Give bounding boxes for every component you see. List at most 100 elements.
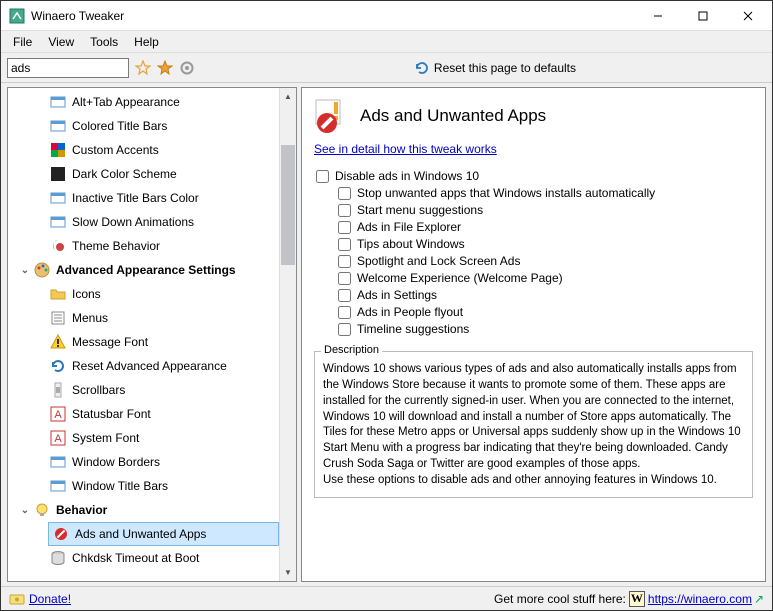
tree-item[interactable]: Inactive Title Bars Color bbox=[8, 186, 279, 210]
favorite-star-outline-icon[interactable] bbox=[135, 60, 151, 76]
chevron-down-icon[interactable]: ⌄ bbox=[18, 505, 32, 516]
window-icon bbox=[50, 478, 66, 494]
check-option-box[interactable] bbox=[338, 204, 351, 217]
minimize-button[interactable] bbox=[635, 2, 680, 30]
external-link-icon: ↗ bbox=[754, 592, 764, 606]
check-option[interactable]: Stop unwanted apps that Windows installs… bbox=[338, 186, 753, 200]
check-option[interactable]: Welcome Experience (Welcome Page) bbox=[338, 271, 753, 285]
tree-category[interactable]: ⌄ Behavior bbox=[8, 498, 279, 522]
tree-item[interactable]: Alt+Tab Appearance bbox=[8, 90, 279, 114]
scroll-down-button[interactable]: ▼ bbox=[280, 564, 296, 581]
detail-icon bbox=[314, 98, 350, 134]
promo-link[interactable]: https://winaero.com bbox=[648, 592, 752, 606]
tree-item[interactable]: Slow Down Animations bbox=[8, 210, 279, 234]
favorite-star-filled-icon[interactable] bbox=[157, 60, 173, 76]
description-text-1: Windows 10 shows various types of ads an… bbox=[323, 362, 744, 473]
disk-icon bbox=[50, 550, 66, 566]
window-icon bbox=[50, 190, 66, 206]
scroll-track[interactable] bbox=[280, 105, 296, 564]
check-option[interactable]: Spotlight and Lock Screen Ads bbox=[338, 254, 753, 268]
svg-text:A: A bbox=[54, 433, 62, 445]
search-input[interactable] bbox=[7, 58, 129, 78]
tree-item[interactable]: Reset Advanced Appearance bbox=[8, 354, 279, 378]
description-frame: Description Windows 10 shows various typ… bbox=[314, 351, 753, 498]
check-option-box[interactable] bbox=[338, 187, 351, 200]
titlebar: Winaero Tweaker bbox=[1, 1, 772, 31]
check-option[interactable]: Tips about Windows bbox=[338, 237, 753, 251]
tree-scrollbar[interactable]: ▲ ▼ bbox=[279, 88, 296, 581]
detail-link[interactable]: See in detail how this tweak works bbox=[314, 142, 753, 156]
tree-item[interactable]: AStatusbar Font bbox=[8, 402, 279, 426]
menu-view[interactable]: View bbox=[40, 33, 82, 51]
font-icon: A bbox=[50, 406, 66, 422]
tree-item-label: Icons bbox=[72, 287, 101, 301]
tree-item[interactable]: Custom Accents bbox=[8, 138, 279, 162]
donate-icon bbox=[9, 591, 25, 607]
svg-text:A: A bbox=[54, 409, 62, 421]
check-option-label: Ads in File Explorer bbox=[357, 220, 461, 234]
tree-item-label: Scrollbars bbox=[72, 383, 125, 397]
tree-item[interactable]: Ads and Unwanted Apps bbox=[48, 522, 279, 546]
tree-item[interactable]: Icons bbox=[8, 282, 279, 306]
check-option-label: Timeline suggestions bbox=[357, 322, 469, 336]
maximize-button[interactable] bbox=[680, 2, 725, 30]
scroll-up-button[interactable]: ▲ bbox=[280, 88, 296, 105]
window-title: Winaero Tweaker bbox=[31, 9, 635, 23]
check-option-box[interactable] bbox=[338, 255, 351, 268]
settings-tree[interactable]: Alt+Tab Appearance Colored Title Bars Cust… bbox=[8, 88, 279, 581]
check-option-box[interactable] bbox=[338, 306, 351, 319]
description-text-2: Use these options to disable ads and oth… bbox=[323, 473, 744, 489]
check-option-label: Ads in People flyout bbox=[357, 305, 463, 319]
tree-category[interactable]: ⌄ Advanced Appearance Settings bbox=[8, 258, 279, 282]
tree-panel: Alt+Tab Appearance Colored Title Bars Cust… bbox=[7, 87, 297, 582]
tree-item[interactable]: ASystem Font bbox=[8, 426, 279, 450]
tree-item[interactable]: Chkdsk Timeout at Boot bbox=[8, 546, 279, 570]
check-option[interactable]: Ads in People flyout bbox=[338, 305, 753, 319]
tree-item-label: Reset Advanced Appearance bbox=[72, 359, 227, 373]
tree-item-label: Alt+Tab Appearance bbox=[72, 95, 180, 109]
chevron-down-icon[interactable]: ⌄ bbox=[18, 265, 32, 276]
tree-item[interactable]: Window Borders bbox=[8, 450, 279, 474]
reset-label: Reset this page to defaults bbox=[434, 61, 576, 75]
tree-item-label: Advanced Appearance Settings bbox=[56, 263, 236, 277]
menu-tools[interactable]: Tools bbox=[82, 33, 126, 51]
tree-item-label: Behavior bbox=[56, 503, 107, 517]
check-option[interactable]: Timeline suggestions bbox=[338, 322, 753, 336]
window-icon bbox=[50, 118, 66, 134]
tree-item[interactable]: Dark Color Scheme bbox=[8, 162, 279, 186]
description-label: Description bbox=[321, 344, 382, 356]
close-button[interactable] bbox=[725, 2, 770, 30]
tree-item[interactable]: Colored Title Bars bbox=[8, 114, 279, 138]
warn-icon bbox=[50, 334, 66, 350]
check-option[interactable]: Start menu suggestions bbox=[338, 203, 753, 217]
check-option-box[interactable] bbox=[338, 289, 351, 302]
check-option-box[interactable] bbox=[338, 323, 351, 336]
check-option-box[interactable] bbox=[338, 238, 351, 251]
check-main[interactable]: Disable ads in Windows 10 bbox=[316, 169, 753, 183]
tree-item[interactable]: Message Font bbox=[8, 330, 279, 354]
window-icon bbox=[50, 94, 66, 110]
menu-help[interactable]: Help bbox=[126, 33, 167, 51]
scroll-thumb[interactable] bbox=[281, 145, 295, 265]
check-option-label: Start menu suggestions bbox=[357, 203, 483, 217]
menus-icon bbox=[50, 310, 66, 326]
check-option-box[interactable] bbox=[338, 272, 351, 285]
tree-item[interactable]: Scrollbars bbox=[8, 378, 279, 402]
check-main-box[interactable] bbox=[316, 170, 329, 183]
palette-icon bbox=[34, 262, 50, 278]
detail-panel: Ads and Unwanted Apps See in detail how … bbox=[301, 87, 766, 582]
accents-icon bbox=[50, 142, 66, 158]
check-option[interactable]: Ads in Settings bbox=[338, 288, 753, 302]
check-option-box[interactable] bbox=[338, 221, 351, 234]
gear-icon[interactable] bbox=[179, 60, 195, 76]
tree-item[interactable]: Theme Behavior bbox=[8, 234, 279, 258]
menu-file[interactable]: File bbox=[5, 33, 40, 51]
tree-item[interactable]: Menus bbox=[8, 306, 279, 330]
tree-item-label: Custom Accents bbox=[72, 143, 159, 157]
tree-item[interactable]: Window Title Bars bbox=[8, 474, 279, 498]
reset-page-button[interactable]: Reset this page to defaults bbox=[414, 60, 576, 76]
check-option-label: Welcome Experience (Welcome Page) bbox=[357, 271, 563, 285]
check-main-label: Disable ads in Windows 10 bbox=[335, 169, 479, 183]
donate-link[interactable]: Donate! bbox=[29, 592, 71, 606]
check-option[interactable]: Ads in File Explorer bbox=[338, 220, 753, 234]
